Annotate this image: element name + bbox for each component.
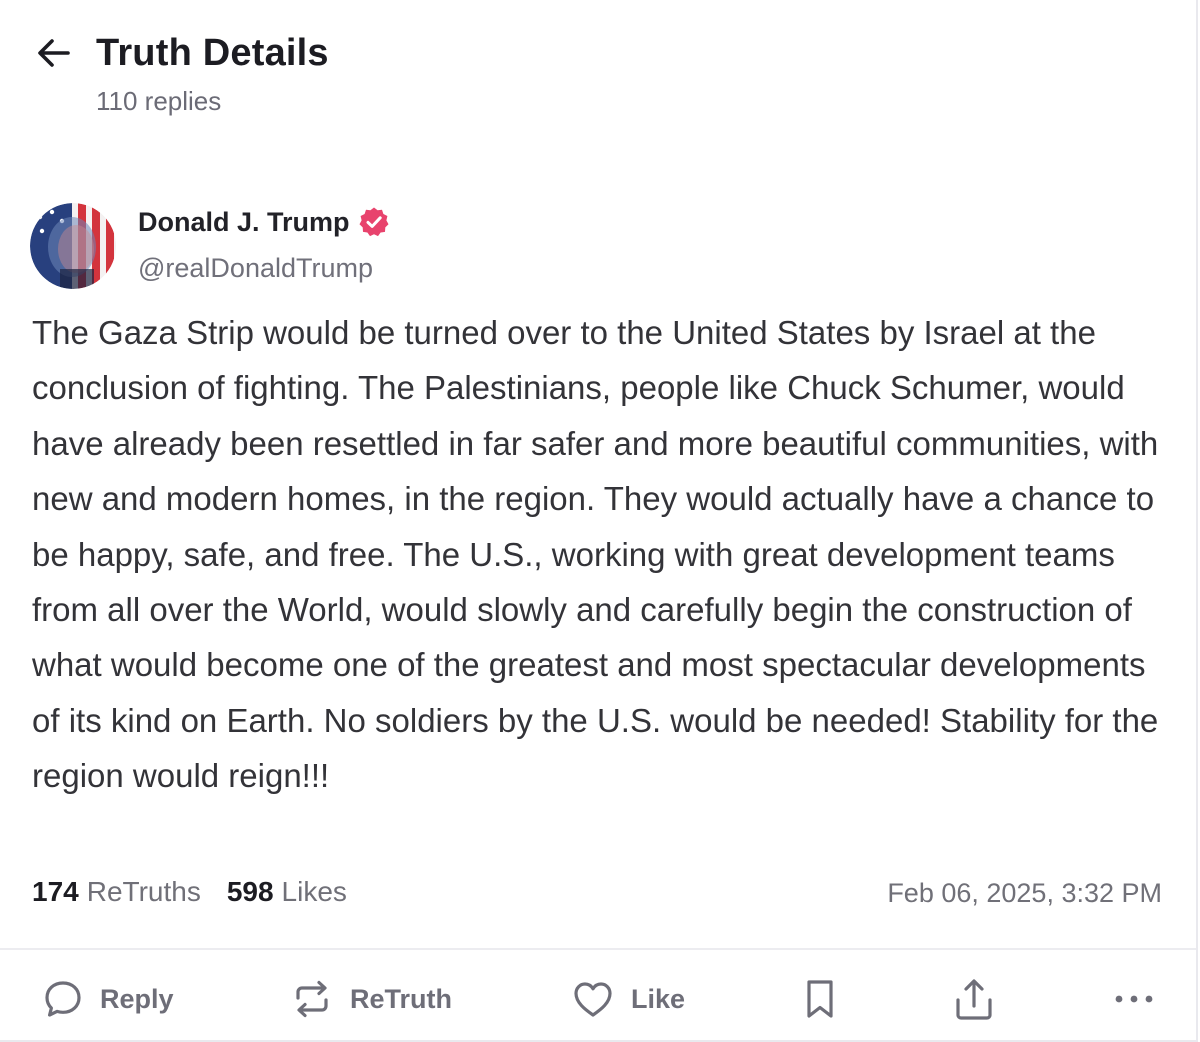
avatar-image (30, 203, 116, 289)
back-button[interactable] (34, 28, 78, 78)
more-dots-icon (1115, 995, 1153, 1003)
reply-label: Reply (100, 983, 174, 1014)
arrow-left-icon (38, 39, 70, 67)
share-upload-icon (956, 979, 992, 1020)
author-name[interactable]: Donald J. Trump (138, 207, 350, 238)
likes-count: 598 (226, 876, 274, 907)
heart-icon (574, 982, 612, 1017)
retruths-stat[interactable]: 174 ReTruths (32, 876, 201, 908)
post-stats: 174 ReTruths 598 Likes (32, 876, 347, 908)
retruth-button[interactable]: ReTruth (290, 974, 452, 1024)
post-text: The Gaza Strip would be turned over to t… (32, 314, 1159, 795)
like-label: Like (631, 983, 686, 1014)
share-button[interactable] (952, 974, 996, 1024)
bookmark-icon (807, 980, 833, 1018)
author-handle[interactable]: @realDonaldTrump (138, 253, 373, 284)
retruths-label: ReTruths (86, 876, 201, 907)
more-options-button[interactable] (1112, 974, 1156, 1024)
page-title: Truth Details (96, 31, 329, 74)
truth-details-page: Truth Details 110 replies Donald J. Trum… (0, 0, 1198, 1042)
likes-stat[interactable]: 598 Likes (227, 876, 347, 908)
bookmark-button[interactable] (800, 974, 840, 1024)
verified-badge-icon (358, 206, 390, 238)
author-name-row: Donald J. Trump (138, 206, 390, 238)
divider (0, 948, 1196, 950)
replies-count: 110 replies (96, 86, 222, 116)
page-header: Truth Details (34, 28, 329, 78)
chat-bubble-icon (45, 981, 81, 1017)
likes-label: Likes (281, 876, 347, 907)
retruth-label: ReTruth (350, 983, 453, 1014)
avatar[interactable] (30, 203, 116, 289)
repeat-arrows-icon (296, 980, 328, 1018)
post-timestamp: Feb 06, 2025, 3:32 PM (887, 878, 1162, 908)
retruths-count: 174 (32, 876, 79, 907)
like-button[interactable]: Like (571, 974, 685, 1024)
reply-button[interactable]: Reply (42, 974, 174, 1024)
